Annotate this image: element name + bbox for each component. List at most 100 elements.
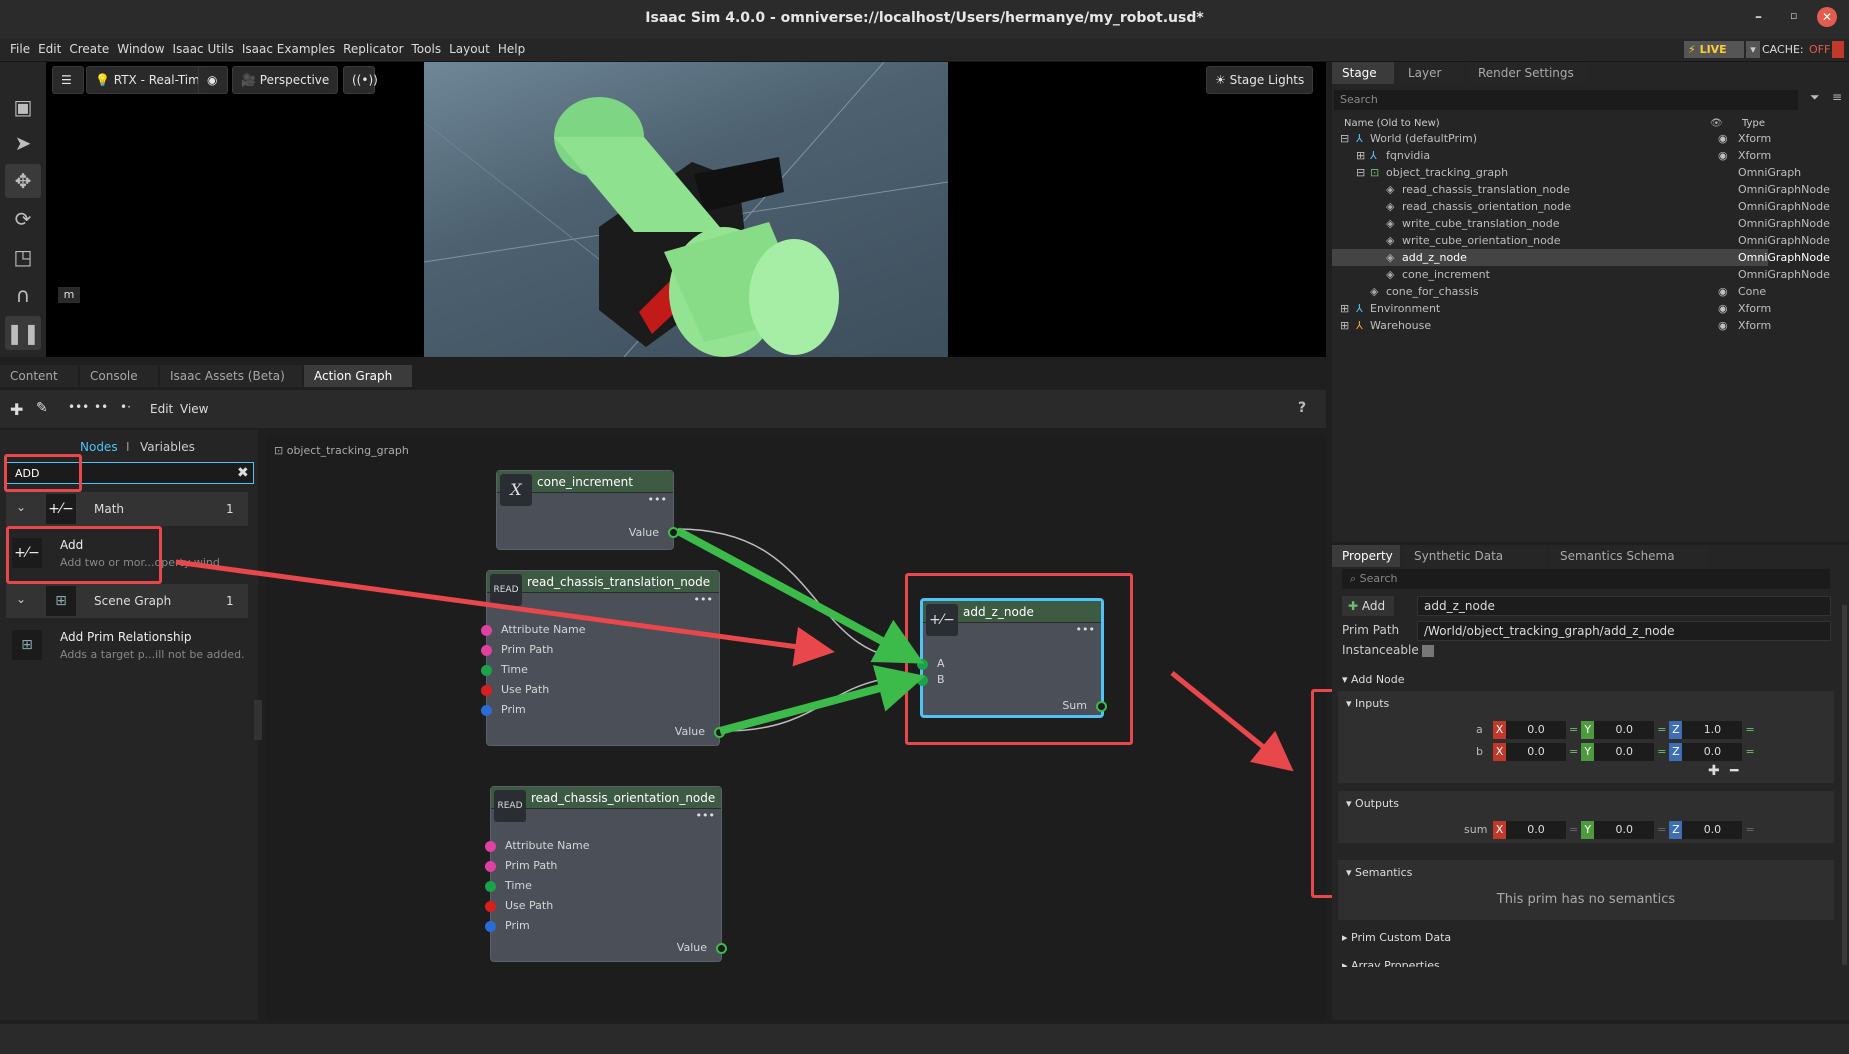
live-badge[interactable]: ⚡ LIVE: [1684, 41, 1744, 58]
input-port[interactable]: [485, 841, 496, 852]
splitter-handle[interactable]: [254, 700, 262, 740]
camera-button[interactable]: 🎥 Perspective: [232, 66, 339, 94]
rotate-icon[interactable]: ⟳: [5, 202, 41, 236]
tree-row-warehouse[interactable]: ⊞ ⅄ Warehouse ◉ Xform: [1332, 317, 1771, 334]
layout2-icon[interactable]: ••: [94, 400, 108, 414]
property-search[interactable]: ⌕ Search: [1342, 569, 1830, 589]
snap-icon[interactable]: ∩: [5, 278, 41, 312]
tree-row-fqnvidia[interactable]: ⊞ ⅄ fqnvidia ◉ Xform: [1332, 147, 1771, 164]
tree-row-environment[interactable]: ⊞ ⅄ Environment ◉ Xform: [1332, 300, 1771, 317]
output-port[interactable]: [668, 527, 679, 538]
view-menu[interactable]: View: [180, 402, 208, 416]
input-port[interactable]: [481, 685, 492, 696]
b-x-value[interactable]: 0.0: [1506, 743, 1566, 761]
add-element-icon[interactable]: ✚: [1708, 763, 1720, 779]
eye-icon[interactable]: ◉: [1718, 130, 1728, 147]
b-y-value[interactable]: 0.0: [1594, 743, 1655, 761]
tree-row-cone-for-chassis[interactable]: ◈ cone_for_chassis ◉ Cone: [1332, 283, 1768, 300]
menu-file[interactable]: File: [6, 38, 34, 56]
node-cone-increment[interactable]: cone_increment X ••• Value: [496, 470, 679, 550]
move-icon[interactable]: ✥: [5, 164, 41, 198]
stage-search[interactable]: Search: [1334, 90, 1798, 110]
a-z-value[interactable]: 1.0: [1682, 721, 1743, 739]
prim-path-field[interactable]: /World/object_tracking_graph/add_z_node: [1417, 621, 1831, 641]
tab-nodes[interactable]: Nodes: [80, 440, 118, 454]
tab-synthetic-data-recorder[interactable]: Synthetic Data Recorder: [1404, 545, 1546, 585]
menu-tools[interactable]: Tools: [408, 38, 446, 56]
tab-layer[interactable]: Layer: [1398, 62, 1464, 84]
input-a-vector[interactable]: X 0.0 = Y 0.0 = Z 1.0 =: [1493, 721, 1758, 739]
node-menu-icon[interactable]: •••: [694, 593, 713, 606]
cache-state[interactable]: OFF: [1809, 41, 1830, 58]
node-menu-icon[interactable]: •••: [696, 809, 715, 822]
tab-isaac-assets[interactable]: Isaac Assets (Beta): [160, 365, 302, 387]
input-port[interactable]: [481, 645, 492, 656]
menu-edit[interactable]: Edit: [34, 38, 65, 56]
prim-custom-data-header[interactable]: ▸ Prim Custom Data: [1342, 931, 1451, 944]
pause-icon[interactable]: ❚❚: [5, 316, 41, 350]
graph-breadcrumb[interactable]: ⊡ object_tracking_graph: [274, 444, 409, 457]
eye-icon[interactable]: ◉: [1718, 300, 1728, 317]
clear-search-icon[interactable]: ✖: [237, 465, 249, 481]
node-menu-icon[interactable]: •••: [648, 493, 667, 506]
a-y-value[interactable]: 0.0: [1594, 721, 1655, 739]
edit-menu[interactable]: Edit: [150, 402, 173, 416]
inputs-header[interactable]: ▾ Inputs: [1346, 697, 1389, 710]
menu-create[interactable]: Create: [65, 38, 113, 56]
select-mode-icon[interactable]: ▣: [5, 90, 41, 124]
node-item-add-prim-relationship[interactable]: ⊞ Add Prim Relationship Adds a target p.…: [6, 622, 248, 670]
add-node-section[interactable]: ▾ Add Node: [1342, 673, 1405, 686]
tab-console[interactable]: Console: [80, 365, 158, 387]
live-dropdown-icon[interactable]: ▾: [1746, 41, 1760, 58]
array-properties-header[interactable]: ▸ Array Properties: [1342, 959, 1440, 967]
tab-content[interactable]: Content: [0, 365, 78, 387]
remove-element-icon[interactable]: ━: [1730, 763, 1738, 779]
edit-icon[interactable]: ✎: [36, 400, 48, 416]
tree-row-read-chassis-orientation[interactable]: ◈ read_chassis_orientation_node OmniGraphN…: [1332, 198, 1830, 215]
output-port[interactable]: [714, 727, 725, 738]
category-math[interactable]: ⌄ +⁄− Math 1: [6, 492, 248, 526]
add-icon[interactable]: ✚: [10, 400, 23, 419]
input-port[interactable]: [485, 861, 496, 872]
tab-variables[interactable]: Variables: [140, 440, 195, 454]
node-read-translation[interactable]: read_chassis_translation_node READ ••• A…: [481, 570, 725, 746]
input-port[interactable]: [481, 705, 492, 716]
eye-icon[interactable]: ◉: [198, 66, 228, 94]
renderer-button[interactable]: 💡 RTX - Real-Time: [86, 66, 217, 94]
filter-icon[interactable]: ⏷: [1810, 90, 1820, 105]
tab-semantics-schema-editor[interactable]: Semantics Schema Editor: [1550, 545, 1708, 585]
layout3-icon[interactable]: •·: [120, 400, 131, 414]
eye-icon[interactable]: ◉: [1718, 283, 1728, 300]
input-port[interactable]: [481, 665, 492, 676]
tree-row-write-cube-orientation[interactable]: ◈ write_cube_orientation_node OmniGraphNod…: [1332, 232, 1830, 249]
tab-action-graph[interactable]: Action Graph: [304, 365, 412, 387]
tree-row-cone-increment[interactable]: ◈ cone_increment OmniGraphNode: [1332, 266, 1830, 283]
options-icon[interactable]: ≡: [1832, 90, 1842, 104]
eye-icon[interactable]: ◉: [1718, 317, 1728, 334]
tree-row-add-z-node[interactable]: ◈ add_z_node OmniGraphNode: [1332, 249, 1830, 266]
input-port[interactable]: [485, 921, 496, 932]
viewport[interactable]: ☰ 💡 RTX - Real-Time ◉ 🎥 Perspective ((•)…: [46, 61, 1326, 358]
menu-layout[interactable]: Layout: [445, 38, 494, 56]
minimize-icon[interactable]: –: [1755, 9, 1762, 25]
help-icon[interactable]: ?: [1298, 400, 1306, 416]
tree-row-write-cube-translation[interactable]: ◈ write_cube_translation_node OmniGraphNod…: [1332, 215, 1830, 232]
chevron-down-icon[interactable]: ⌄: [16, 592, 26, 606]
eye-icon[interactable]: ◉: [1718, 147, 1728, 164]
input-port[interactable]: [481, 625, 492, 636]
chevron-down-icon[interactable]: ⌄: [16, 500, 26, 514]
prim-name-field[interactable]: add_z_node: [1417, 596, 1831, 616]
input-port[interactable]: [485, 901, 496, 912]
menu-isaac-utils[interactable]: Isaac Utils: [169, 38, 238, 56]
tab-property[interactable]: Property: [1332, 545, 1400, 567]
tab-stage[interactable]: Stage: [1332, 62, 1394, 84]
semantics-header[interactable]: ▾ Semantics: [1346, 866, 1412, 879]
layout-icon[interactable]: •••: [68, 400, 89, 414]
input-b-vector[interactable]: X 0.0 = Y 0.0 = Z 0.0 =: [1493, 743, 1758, 761]
instanceable-checkbox[interactable]: [1422, 645, 1434, 657]
tree-row-object-tracking-graph[interactable]: ⊟ ⊡ object_tracking_graph OmniGraph: [1332, 164, 1801, 181]
viewport-settings-icon[interactable]: ☰: [52, 66, 84, 94]
outputs-header[interactable]: ▾ Outputs: [1346, 797, 1399, 810]
menu-window[interactable]: Window: [113, 38, 168, 56]
property-scrollbar[interactable]: [1842, 605, 1847, 965]
